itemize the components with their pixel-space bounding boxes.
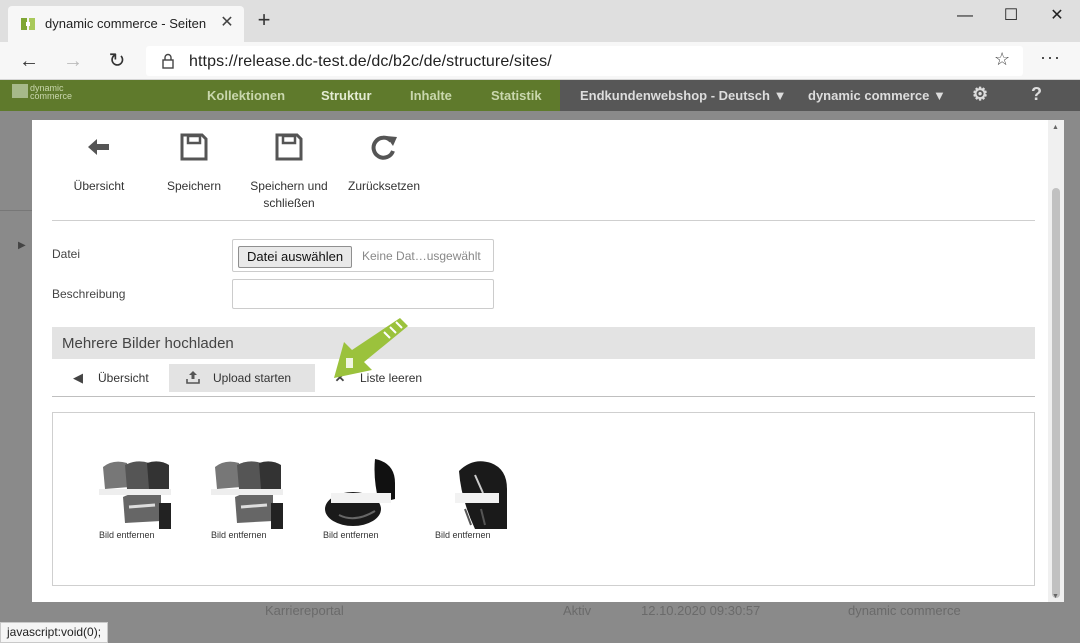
settings-gear-icon[interactable]: ⚙ [972, 84, 988, 105]
browser-tab[interactable]: dynamic commerce - Seiten ✕ [8, 6, 244, 42]
scroll-down-icon[interactable]: ▼ [1052, 593, 1059, 600]
highlight-arrow-icon [334, 318, 408, 378]
reset-label: Zurücksetzen [347, 179, 421, 193]
browser-status-bar: javascript:void(0); [0, 622, 109, 643]
maximize-icon[interactable]: ☐ [988, 0, 1034, 32]
shop-select[interactable]: Endkundenwebshop - Deutsch ▼ [580, 88, 786, 103]
overview-button[interactable]: Übersicht [49, 132, 149, 195]
start-upload-label: Upload starten [213, 371, 292, 385]
remove-image-link[interactable]: Bild entfernen [211, 530, 291, 540]
bg-row-status: Aktiv [563, 603, 592, 618]
bg-row-owner: dynamic commerce [848, 603, 961, 618]
image-thumbnail [99, 459, 171, 529]
bg-row-name: Karriereportal [265, 603, 344, 618]
scrollbar-thumb[interactable] [1052, 188, 1060, 598]
nav-kollektionen[interactable]: Kollektionen [207, 88, 285, 103]
browser-menu-icon[interactable]: ··· [1040, 47, 1061, 68]
upload-image-list: Bild entfernen Bild entfernen Bild entfe… [52, 412, 1035, 586]
nav-struktur[interactable]: Struktur [321, 88, 372, 103]
remove-image-link[interactable]: Bild entfernen [435, 530, 515, 540]
app-navbar-right: Endkundenwebshop - Deutsch ▼ dynamic com… [560, 80, 1080, 111]
scroll-up-icon[interactable]: ▲ [1052, 124, 1059, 131]
app-navbar: dynamic commerce Kollektionen Struktur In… [0, 80, 1080, 111]
remove-image-link[interactable]: Bild entfernen [99, 530, 179, 540]
back-icon[interactable]: ← [16, 48, 42, 74]
image-thumbnail [211, 459, 283, 529]
save-label: Speichern [166, 179, 222, 193]
url-text: https://release.dc-test.de/dc/b2c/de/str… [189, 53, 552, 70]
favorite-star-icon[interactable]: ☆ [994, 49, 1010, 70]
bg-row-date: 12.10.2020 09:30:57 [641, 603, 761, 618]
description-field[interactable] [232, 279, 494, 309]
floppy-disk-icon [180, 133, 208, 161]
nav-inhalte[interactable]: Inhalte [410, 88, 452, 103]
floppy-disk-icon [275, 133, 303, 161]
upload-overview-label: Übersicht [98, 371, 149, 385]
address-toolbar: ← → ↻ https://release.dc-test.de/dc/b2c/… [0, 42, 1080, 80]
dc-favicon-icon [21, 18, 35, 30]
arrow-left-icon [88, 139, 109, 155]
save-close-button[interactable]: Speichern und schließen [239, 132, 339, 212]
description-label: Beschreibung [52, 287, 126, 301]
toolbar-divider [52, 220, 1035, 221]
save-button[interactable]: Speichern [144, 132, 244, 195]
file-label: Datei [52, 247, 81, 261]
save-close-label: Speichern und schließen [250, 179, 328, 210]
upload-icon [185, 370, 201, 387]
overview-label: Übersicht [73, 179, 125, 193]
choose-file-button[interactable]: Datei auswählen [238, 246, 353, 268]
image-thumbnail [435, 459, 507, 529]
image-thumbnail [323, 459, 395, 529]
help-icon[interactable]: ? [1031, 84, 1042, 105]
dialog-scrollbar[interactable]: ▲ ▼ [1048, 120, 1064, 602]
file-input[interactable]: Datei auswählen Keine Dat…usgewählt [232, 239, 494, 272]
file-status-text: Keine Dat…usgewählt [362, 249, 481, 263]
image-upload-dialog: Übersicht Speichern Speichern und schließ… [32, 120, 1064, 602]
app-logo[interactable]: dynamic commerce [12, 84, 72, 101]
section-title: Mehrere Bilder hochladen [62, 335, 234, 352]
new-tab-icon[interactable]: + [254, 9, 274, 31]
upload-overview-button[interactable]: ◀ Übersicht [60, 364, 160, 392]
start-upload-button[interactable]: Upload starten [169, 364, 315, 392]
window-close-icon[interactable]: ✕ [1034, 0, 1080, 32]
arrow-left-icon: ◀ [73, 370, 83, 385]
tab-close-icon[interactable]: ✕ [218, 14, 236, 32]
upload-toolbar-divider [52, 396, 1035, 397]
tree-expand-icon: ▶ [18, 240, 26, 251]
forward-icon[interactable]: → [60, 48, 86, 74]
backdrop-divider [0, 210, 32, 211]
minimize-icon[interactable]: — [942, 0, 988, 32]
browser-titlebar: dynamic commerce - Seiten ✕ + — ☐ ✕ [0, 0, 1080, 42]
lock-icon [162, 53, 174, 69]
reload-icon[interactable]: ↻ [104, 48, 130, 74]
nav-statistik[interactable]: Statistik [491, 88, 542, 103]
tab-title: dynamic commerce - Seiten [45, 16, 207, 31]
url-field[interactable]: https://release.dc-test.de/dc/b2c/de/str… [146, 46, 1023, 76]
reset-button[interactable]: Zurücksetzen [334, 132, 434, 195]
company-select[interactable]: dynamic commerce ▼ [808, 88, 946, 103]
rotate-reset-icon [371, 135, 397, 160]
remove-image-link[interactable]: Bild entfernen [323, 530, 403, 540]
multi-upload-header: Mehrere Bilder hochladen [52, 327, 1035, 359]
